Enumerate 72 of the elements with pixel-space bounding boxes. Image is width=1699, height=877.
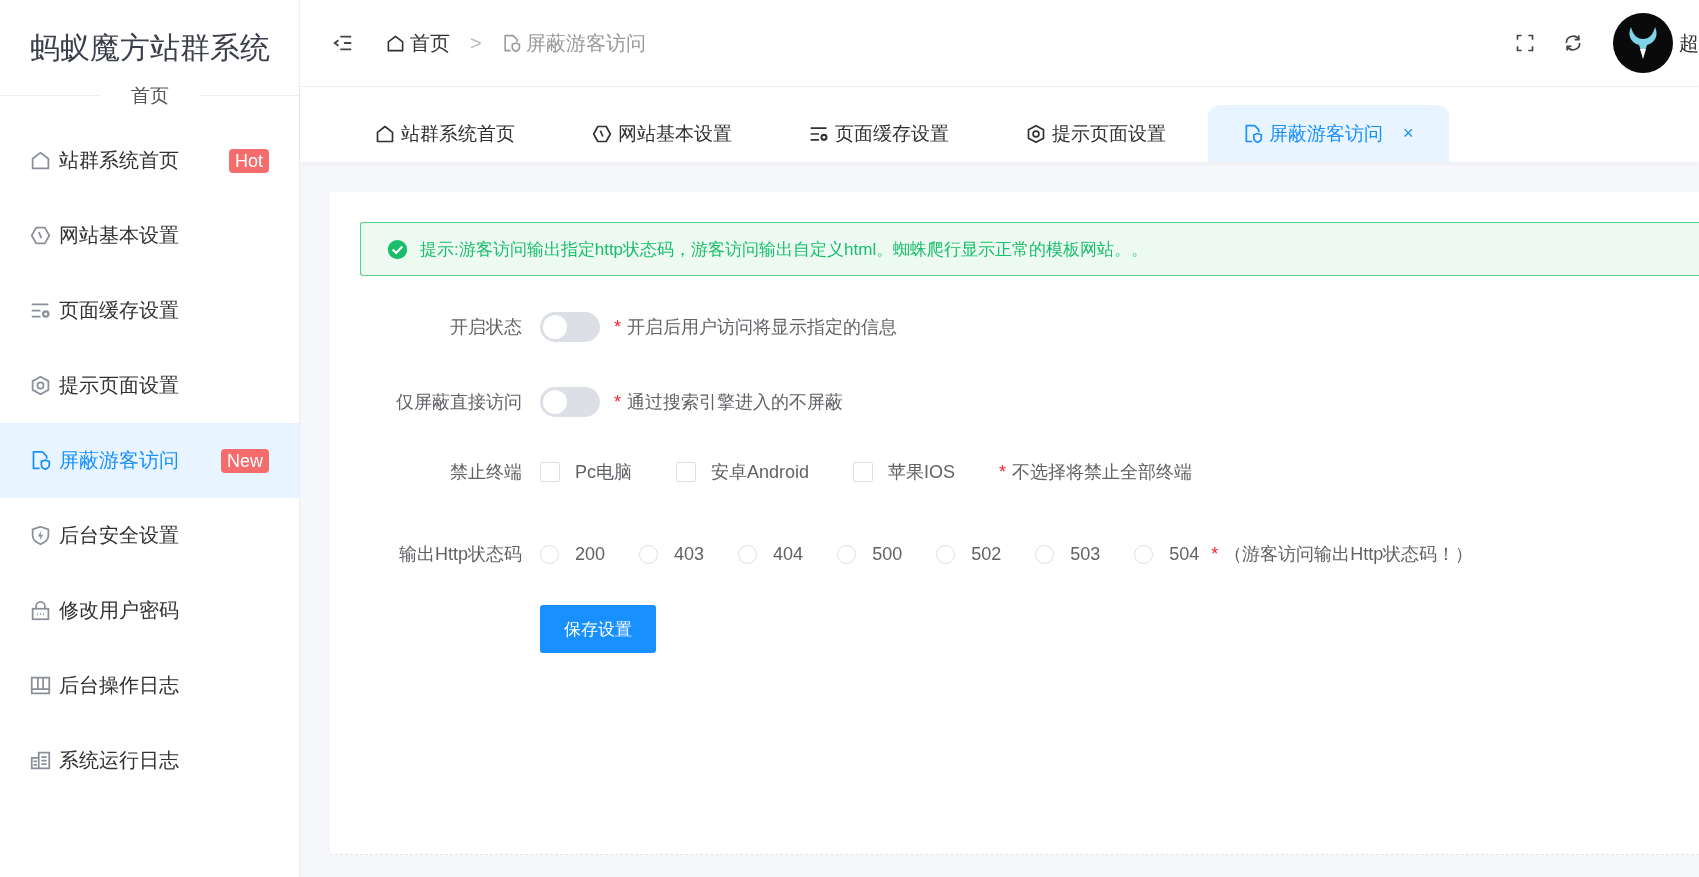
page-tab[interactable]: 提示页面设置 (991, 105, 1201, 162)
field-hint: （游客访问输出Http状态码！） (1224, 543, 1474, 566)
refresh-icon[interactable] (1563, 33, 1583, 53)
form-label: 仅屏蔽直接访问 (395, 391, 523, 414)
home-icon (30, 150, 51, 171)
page-tab[interactable]: 网站基本设置 (557, 105, 767, 162)
lock-icon (30, 600, 51, 621)
checkbox[interactable] (540, 462, 560, 482)
field-hint: 不选择将禁止全部终端 (1012, 461, 1193, 484)
shield-bolt-icon (30, 525, 51, 546)
required-asterisk: * (614, 391, 621, 413)
checkbox-label[interactable]: 安卓Android (711, 460, 810, 484)
home-icon (375, 123, 395, 144)
file-shield-icon (501, 33, 521, 53)
radio-label[interactable]: 504 (1169, 543, 1200, 565)
sidebar-item[interactable]: 修改用户密码 (0, 573, 299, 648)
radio-label[interactable]: 403 (674, 543, 705, 565)
field-hint: 开启后用户访问将显示指定的信息 (627, 316, 897, 339)
alert-text: 提示:游客访问输出指定http状态码，游客访问输出自定义html。蜘蛛爬行显示正常的模板网站。。 (420, 238, 1149, 261)
page-tab[interactable]: 站群系统首页 (340, 105, 550, 162)
required-asterisk: * (1211, 543, 1219, 565)
sidebar-item[interactable]: 站群系统首页 Hot (0, 123, 299, 198)
radio-label[interactable]: 503 (1070, 543, 1101, 565)
radio-label[interactable]: 502 (971, 543, 1002, 565)
radio-button[interactable] (936, 544, 956, 564)
home-icon (386, 33, 405, 53)
sidebar-item[interactable]: 网站基本设置 (0, 198, 299, 273)
radio-button[interactable] (1134, 544, 1154, 564)
radio-button[interactable] (1035, 544, 1055, 564)
checkbox[interactable] (853, 462, 874, 482)
sidebar-item[interactable]: 页面缓存设置 (0, 273, 299, 348)
hexagon-ring-icon (30, 375, 51, 396)
menu-badge: New (221, 448, 269, 473)
hexagon-slash-icon (592, 123, 612, 144)
radio-button[interactable] (738, 544, 758, 564)
building-icon (30, 750, 51, 771)
user-avatar[interactable] (1613, 13, 1673, 73)
radio-label[interactable]: 500 (872, 543, 903, 565)
app-title: 蚂蚁魔方站群系统 (28, 30, 271, 66)
file-shield-icon (1243, 123, 1263, 144)
radio-button[interactable] (540, 544, 559, 564)
hexagon-ring-icon (1026, 123, 1046, 144)
page-tab[interactable]: 页面缓存设置 (774, 105, 984, 162)
toggle-switch[interactable] (540, 312, 600, 342)
form-label: 禁止终端 (449, 461, 523, 484)
radio-label[interactable]: 404 (773, 543, 804, 565)
menu-badge: Hot (229, 148, 269, 173)
checkbox-label[interactable]: Pc电脑 (575, 460, 632, 484)
checkbox-label[interactable]: 苹果IOS (888, 460, 956, 484)
user-name[interactable]: 超 (1679, 29, 1699, 57)
field-hint: 通过搜索引擎进入的不屏蔽 (627, 391, 843, 414)
hexagon-slash-icon (30, 225, 51, 246)
success-check-icon (387, 238, 408, 260)
sidebar-item[interactable]: 后台操作日志 (0, 648, 299, 723)
breadcrumb-separator: > (470, 31, 482, 55)
fullscreen-icon[interactable] (1515, 33, 1535, 53)
radio-button[interactable] (639, 544, 659, 564)
radio-button[interactable] (837, 544, 857, 564)
checkbox[interactable] (676, 462, 696, 482)
breadcrumb-link[interactable]: 首页 (386, 29, 450, 57)
form-label: 输出Http状态码 (398, 543, 523, 566)
form-label: 开启状态 (449, 316, 523, 339)
menu-section-title: 首页 (100, 83, 199, 108)
file-shield-icon (30, 450, 51, 471)
columns-icon (30, 675, 51, 696)
toggle-switch[interactable] (540, 387, 600, 417)
radio-label[interactable]: 200 (575, 543, 606, 565)
required-asterisk: * (614, 316, 621, 338)
required-asterisk: * (999, 461, 1007, 483)
sidebar-item[interactable]: 提示页面设置 (0, 348, 299, 423)
sidebar-item[interactable]: 后台安全设置 (0, 498, 299, 573)
sidebar-item[interactable]: 系统运行日志 (0, 723, 299, 798)
